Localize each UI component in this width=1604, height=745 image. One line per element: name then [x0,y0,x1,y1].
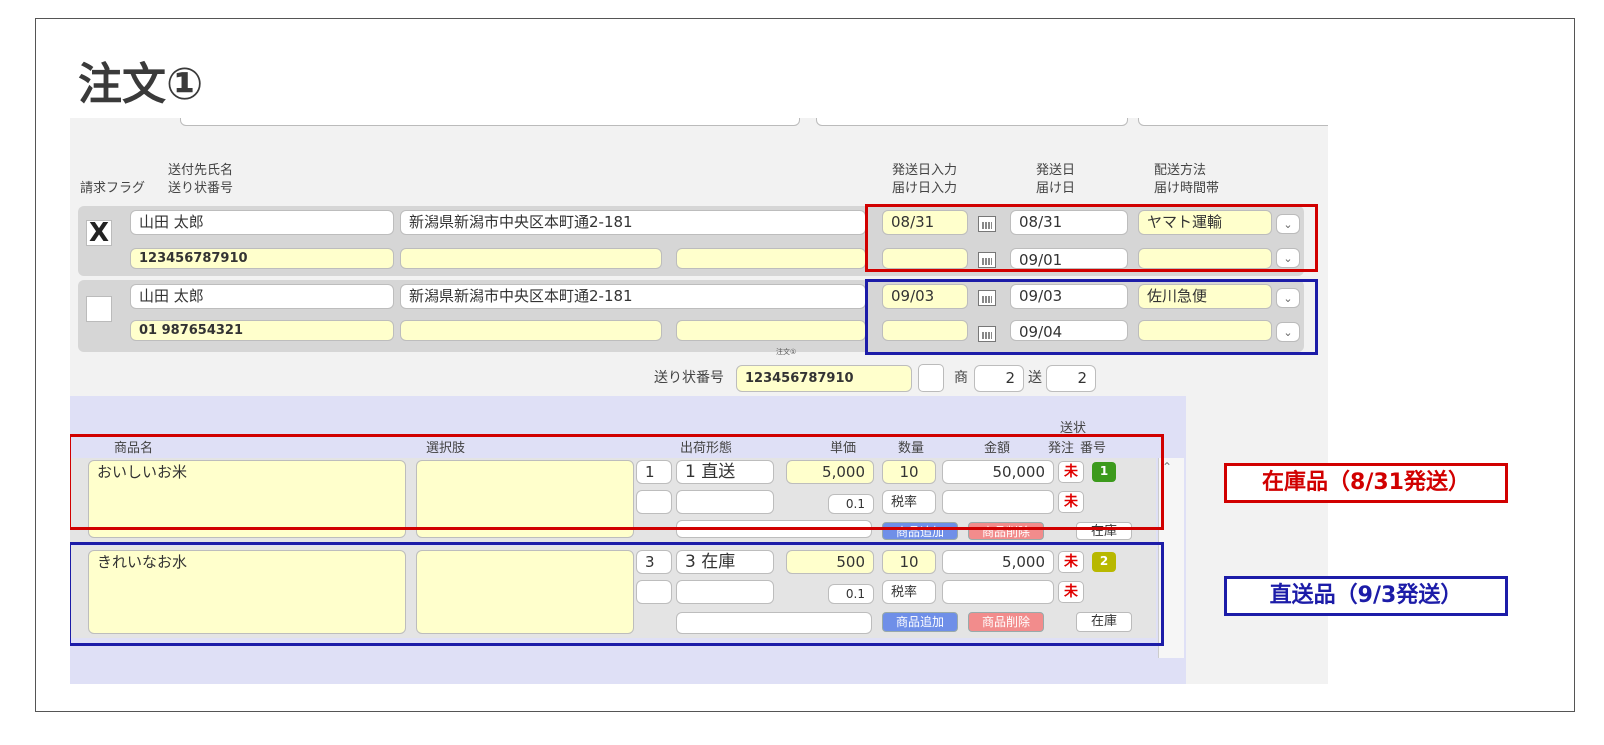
app-screenshot: 送付先氏名 請求フラグ 送り状番号 発送日入力 届け日入力 発送日 届け日 配送… [70,118,1328,684]
tracking-number-field[interactable]: 01 987654321 [130,320,394,341]
tracking-no-header: 送り状番号 [168,181,234,196]
shou-label: 商 [954,370,968,386]
tracking-bar-field[interactable]: 123456787910 [736,365,912,392]
delivery-date-input-header: 届け日入力 [892,181,958,196]
billing-flag-header: 請求フラグ [80,181,146,196]
billing-flag-checkbox[interactable]: X [86,220,112,246]
address2-field[interactable] [400,248,662,269]
address3-field[interactable] [676,320,866,341]
cut-field[interactable] [180,118,800,126]
stock-item-callout: 在庫品（8/31発送） [1224,463,1508,503]
cut-field[interactable] [1138,118,1328,126]
tracking-number-field[interactable]: 123456787910 [130,248,394,269]
ship-date-input-header: 発送日入力 [892,163,958,178]
direct-shipment-highlight [865,279,1318,355]
billing-flag-checkbox[interactable] [86,296,112,322]
recipient-name-field[interactable]: 山田 太郎 [130,284,394,309]
cut-field[interactable] [816,118,1128,126]
delivery-date-header: 届け日 [1036,181,1076,196]
direct-item-highlight [70,542,1164,646]
recipient-name-header: 送付先氏名 [168,163,234,178]
sou-label: 送 [1028,370,1042,386]
address-field[interactable]: 新潟県新潟市中央区本町通2-181 [400,210,866,235]
recipient-name-field[interactable]: 山田 太郎 [130,210,394,235]
shipping-method-header: 配送方法 [1154,163,1207,178]
tracking-stepper[interactable] [918,364,944,392]
address-field[interactable]: 新潟県新潟市中央区本町通2-181 [400,284,866,309]
stock-item-highlight [70,434,1164,530]
address3-field[interactable] [676,248,866,269]
tracking-bar-label: 送り状番号 [654,370,724,386]
sou-count-field[interactable]: 2 [1046,365,1096,392]
delivery-time-header: 届け時間帯 [1154,181,1220,196]
direct-item-callout: 直送品（9/3発送） [1224,576,1508,616]
stock-shipment-highlight [865,204,1318,272]
shou-count-field[interactable]: 2 [974,365,1024,392]
ship-date-header: 発送日 [1036,163,1076,178]
page-title: 注文① [78,59,204,110]
address2-field[interactable] [400,320,662,341]
tiny-label: 注文① [776,348,797,356]
